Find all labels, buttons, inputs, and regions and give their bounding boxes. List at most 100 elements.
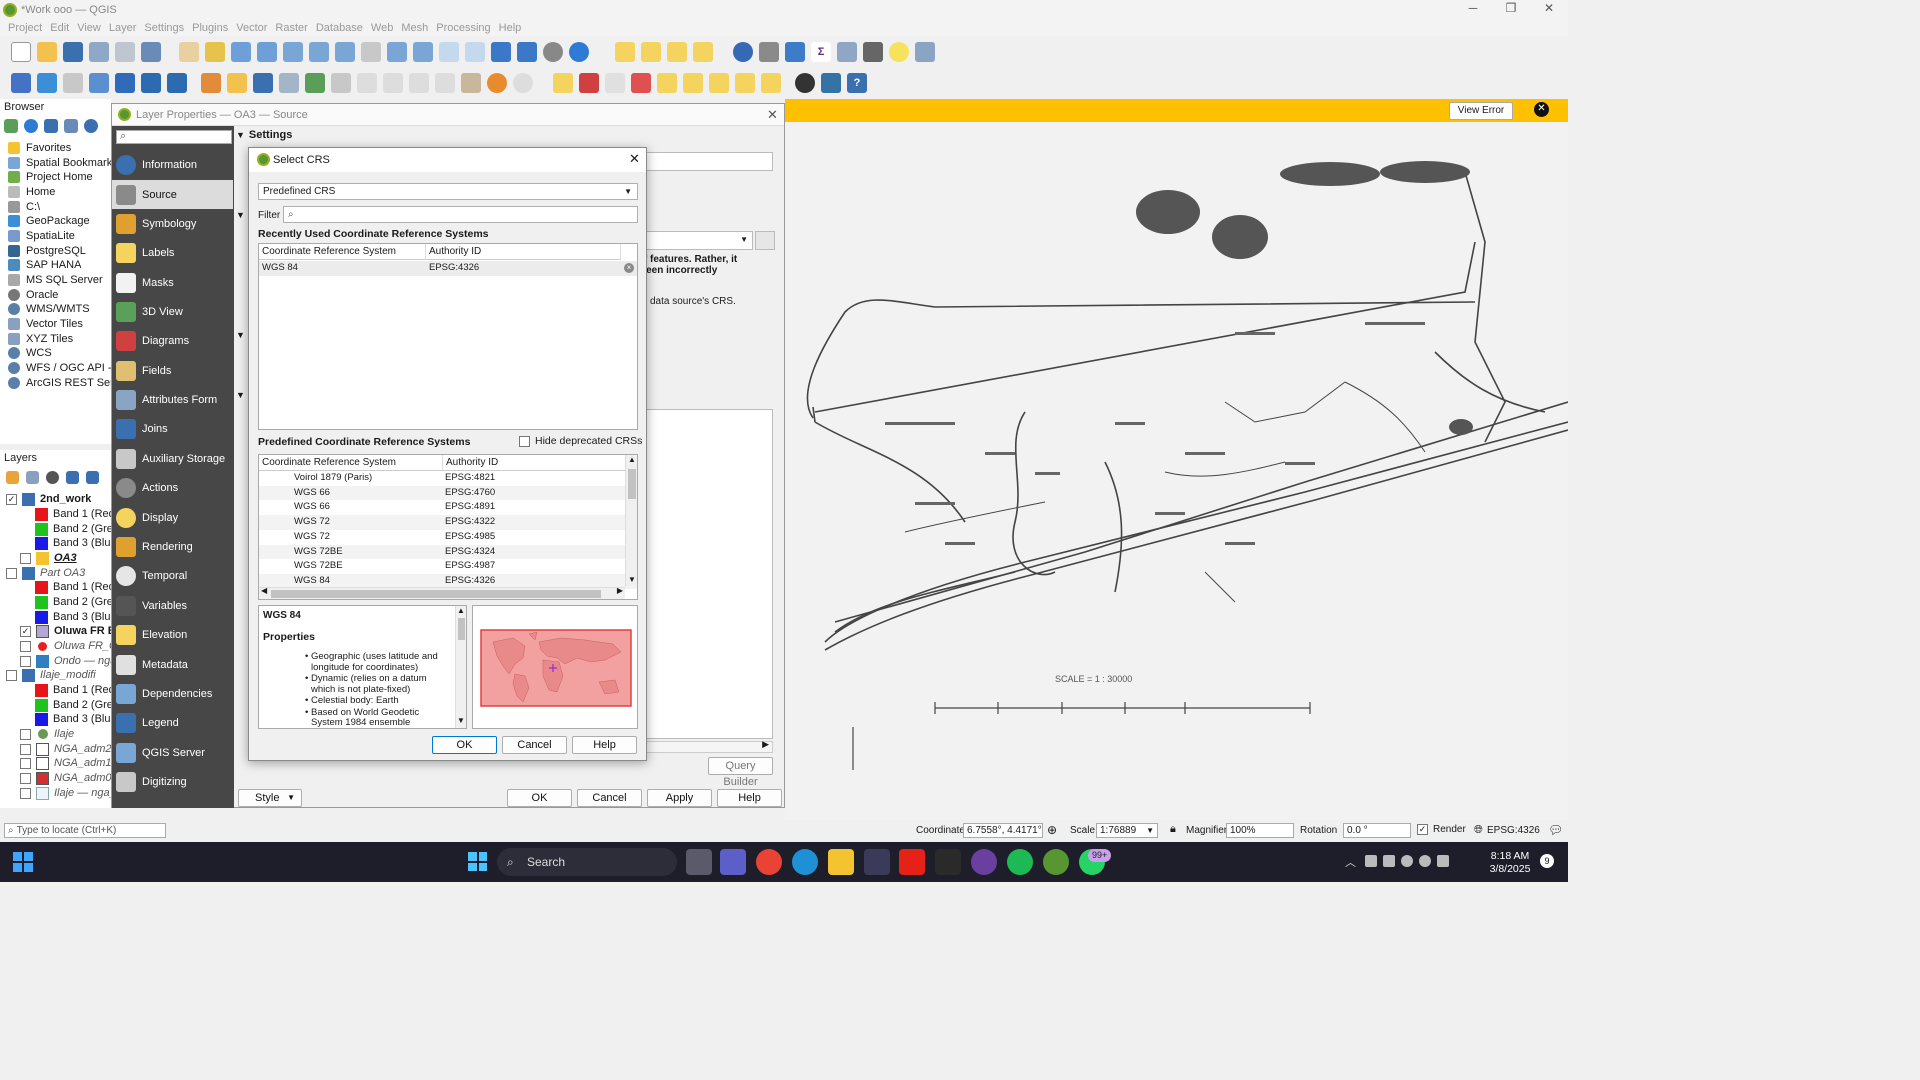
- collapse-arrow-icon[interactable]: ▼: [236, 210, 245, 220]
- col-crs-header[interactable]: Coordinate Reference System: [259, 455, 443, 471]
- new-geopackage-icon[interactable]: [37, 73, 57, 93]
- render-checkbox[interactable]: ✓ Render: [1417, 824, 1466, 835]
- new-shapefile-icon[interactable]: [63, 73, 83, 93]
- col-auth-header[interactable]: Authority ID: [443, 455, 627, 471]
- menu-raster[interactable]: Raster: [275, 22, 307, 34]
- add-mesh-icon[interactable]: [141, 73, 161, 93]
- layer-2nd-work[interactable]: ✓ 2nd_work: [6, 492, 91, 507]
- temporal-controller-icon[interactable]: [543, 42, 563, 62]
- diagram-icon[interactable]: [579, 73, 599, 93]
- taskbar-search[interactable]: ⌕ Search: [497, 848, 677, 876]
- task-view-icon[interactable]: [686, 849, 712, 875]
- layer-checkbox[interactable]: [20, 772, 31, 784]
- add-group-icon[interactable]: [26, 471, 39, 484]
- zoom-layer-icon[interactable]: [335, 42, 355, 62]
- table-row[interactable]: WGS 84 EPSG:4326 ×: [259, 261, 637, 276]
- menu-database[interactable]: Database: [316, 22, 363, 34]
- browser-item-arcgis[interactable]: ArcGIS REST Serve: [8, 376, 125, 391]
- view-error-button[interactable]: View Error: [1449, 102, 1513, 120]
- toggle-editing-icon[interactable]: [227, 73, 247, 93]
- show-hide-labels-icon[interactable]: [631, 73, 651, 93]
- layer-checkbox[interactable]: [6, 567, 17, 579]
- zoom-selection-icon[interactable]: [309, 42, 329, 62]
- checkbox-box[interactable]: ✓: [1417, 824, 1428, 835]
- magnifier-field[interactable]: 100%: [1226, 823, 1294, 838]
- toggle-extents-icon[interactable]: ⊕: [1047, 823, 1057, 837]
- pin-labels-icon[interactable]: [605, 73, 625, 93]
- menu-plugins[interactable]: Plugins: [192, 22, 228, 34]
- python-console-icon[interactable]: [821, 73, 841, 93]
- digitize-icon[interactable]: [201, 73, 221, 93]
- new-3d-map-icon[interactable]: [465, 42, 485, 62]
- select-crs-globe-icon[interactable]: [755, 231, 775, 250]
- menu-view[interactable]: View: [77, 22, 101, 34]
- open-project-icon[interactable]: [37, 42, 57, 62]
- vertical-scrollbar[interactable]: ▲ ▼: [625, 455, 637, 586]
- pan-icon[interactable]: [179, 42, 199, 62]
- wifi-icon[interactable]: [1419, 855, 1431, 867]
- tab-legend[interactable]: Legend: [112, 708, 233, 737]
- layer-props-cancel-button[interactable]: Cancel: [577, 789, 642, 807]
- deselect-icon[interactable]: [667, 42, 687, 62]
- menu-project[interactable]: Project: [8, 22, 42, 34]
- menu-web[interactable]: Web: [371, 22, 393, 34]
- zoom-in-icon[interactable]: [231, 42, 251, 62]
- menu-layer[interactable]: Layer: [109, 22, 137, 34]
- layer-props-apply-button[interactable]: Apply: [647, 789, 712, 807]
- remove-recent-icon[interactable]: ×: [624, 263, 634, 273]
- filter-expression-icon[interactable]: [86, 471, 99, 484]
- table-row[interactable]: WGS 66 EPSG:4760: [259, 485, 637, 501]
- browser-item-postgresql[interactable]: PostgreSQL: [8, 244, 86, 259]
- crs-filter-input[interactable]: ⌕: [283, 206, 638, 223]
- layer-checkbox[interactable]: [20, 552, 31, 564]
- zoom-next-icon[interactable]: [413, 42, 433, 62]
- layer-checkbox[interactable]: [20, 640, 31, 652]
- crs-mode-select[interactable]: Predefined CRS ▼: [258, 183, 638, 200]
- browser-item-saphana[interactable]: SAP HANA: [8, 258, 81, 273]
- query-builder-button[interactable]: Query Builder: [708, 757, 773, 788]
- locator-input[interactable]: ⌕ Type to locate (Ctrl+K): [4, 823, 166, 838]
- checkbox-box[interactable]: [519, 435, 530, 447]
- add-feature-icon[interactable]: [279, 73, 299, 93]
- spotify-icon[interactable]: [1007, 849, 1033, 875]
- layout-manager-icon[interactable]: [115, 42, 135, 62]
- delete-feature-icon[interactable]: [383, 73, 403, 93]
- tab-elevation[interactable]: Elevation: [112, 620, 233, 649]
- tab-3d-view[interactable]: 3D View: [112, 297, 233, 326]
- tab-rendering[interactable]: Rendering: [112, 532, 233, 561]
- store-icon[interactable]: [864, 849, 890, 875]
- collapse-arrow-icon[interactable]: ▼: [236, 330, 245, 340]
- undo-icon[interactable]: [487, 73, 507, 93]
- predefined-crs-table[interactable]: Coordinate Reference System Authority ID…: [258, 454, 638, 600]
- browser-refresh-icon[interactable]: [24, 119, 38, 133]
- layer-ilaje[interactable]: Ilaje: [20, 727, 74, 742]
- layer-nga-adm2[interactable]: NGA_adm2: [20, 742, 111, 757]
- layer-checkbox[interactable]: [20, 728, 31, 740]
- pan-to-selection-icon[interactable]: [205, 42, 225, 62]
- layer-part-oa3[interactable]: Part OA3: [6, 566, 85, 581]
- crs-ok-button[interactable]: OK: [432, 736, 497, 754]
- cut-icon[interactable]: [409, 73, 429, 93]
- tray-icon[interactable]: [1383, 855, 1395, 867]
- horizontal-scrollbar[interactable]: ◀ ▶: [259, 586, 625, 599]
- new-project-icon[interactable]: [11, 42, 31, 62]
- tab-digitizing[interactable]: Digitizing: [112, 767, 233, 796]
- vertical-scrollbar[interactable]: ▲ ▼: [455, 606, 466, 728]
- scale-field[interactable]: 1:76889 ▼: [1096, 823, 1158, 838]
- col-crs-header[interactable]: Coordinate Reference System: [259, 244, 426, 260]
- tray-icon[interactable]: [1365, 855, 1377, 867]
- tab-masks[interactable]: Masks: [112, 268, 233, 297]
- clock[interactable]: 8:18 AM 3/8/2025: [1482, 850, 1538, 876]
- plugin-icon[interactable]: [795, 73, 815, 93]
- browser-item-xyz-tiles[interactable]: XYZ Tiles: [8, 332, 73, 347]
- browser-item-favorites[interactable]: Favorites: [8, 141, 71, 156]
- tab-search-input[interactable]: ⌕: [116, 130, 232, 144]
- table-row[interactable]: WGS 66 EPSG:4891: [259, 500, 637, 515]
- modify-attributes-icon[interactable]: [357, 73, 377, 93]
- start-icon[interactable]: [468, 852, 487, 871]
- browser-item-spatialite[interactable]: SpatiaLite: [8, 229, 75, 244]
- zoom-out-icon[interactable]: [257, 42, 277, 62]
- layer-checkbox[interactable]: [6, 669, 17, 681]
- browser-filter-icon[interactable]: [44, 119, 58, 133]
- collapse-all-icon[interactable]: [64, 119, 78, 133]
